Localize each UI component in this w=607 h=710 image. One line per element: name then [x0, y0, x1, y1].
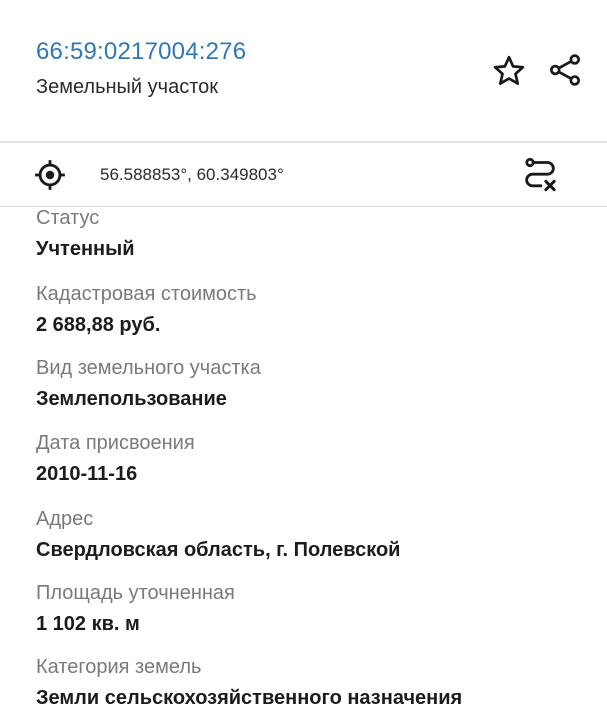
field-label: Дата присвоения	[36, 432, 195, 454]
field-cadastral-value: Кадастровая стоимость 2 688,88 руб.	[36, 282, 596, 337]
coordinates-text[interactable]: 56.588853°, 60.349803°	[100, 165, 284, 185]
field-value: 1 102 кв. м	[36, 613, 140, 635]
field-value: 2 688,88 руб.	[36, 314, 161, 336]
locate-button[interactable]	[28, 153, 72, 197]
star-outline-icon	[493, 55, 525, 85]
object-type: Земельный участок	[36, 76, 219, 98]
field-label: Категория земель	[36, 656, 202, 678]
route-cancel-icon	[525, 157, 556, 192]
field-land-kind: Вид земельного участка Землепользование	[36, 356, 596, 411]
favorite-button[interactable]	[488, 50, 530, 92]
route-button[interactable]	[518, 153, 562, 197]
coordinates-bar: 56.588853°, 60.349803°	[0, 143, 607, 207]
share-icon	[550, 54, 580, 86]
crosshair-target-icon	[35, 160, 65, 190]
field-label: Вид земельного участка	[36, 357, 261, 379]
field-label: Площадь уточненная	[36, 582, 235, 604]
field-value: Земли сельскохозяйственного назначения	[36, 687, 463, 709]
field-status: Статус Учтенный	[36, 206, 596, 261]
field-land-category: Категория земель Земли сельскохозяйствен…	[36, 655, 596, 710]
field-value: Учтенный	[36, 238, 135, 260]
cadastral-number[interactable]: 66:59:0217004:276	[36, 38, 246, 66]
field-label: Кадастровая стоимость	[36, 283, 257, 305]
object-header: 66:59:0217004:276 Земельный участок	[0, 0, 607, 141]
field-address: Адрес Свердловская область, г. Полевской	[36, 507, 596, 562]
field-assigned-date: Дата присвоения 2010-11-16	[36, 431, 596, 486]
field-label: Адрес	[36, 508, 94, 530]
field-value: Свердловская область, г. Полевской	[36, 539, 401, 561]
share-button[interactable]	[544, 49, 586, 91]
field-label: Статус	[36, 207, 100, 229]
field-value: 2010-11-16	[36, 463, 138, 485]
cadastral-object-card: 66:59:0217004:276 Земельный участок 56.5…	[0, 0, 607, 710]
field-area: Площадь уточненная 1 102 кв. м	[36, 581, 596, 636]
field-value: Землепользование	[36, 388, 227, 410]
